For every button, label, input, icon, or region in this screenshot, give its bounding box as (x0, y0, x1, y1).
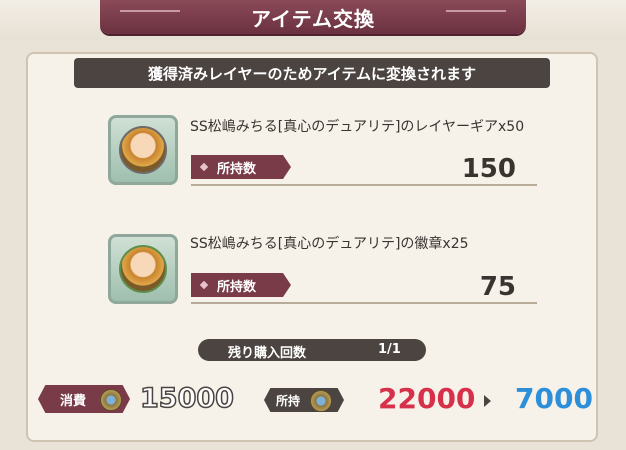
consume-value: 15000 (139, 382, 234, 415)
badge-portrait-icon[interactable] (108, 234, 178, 304)
hold-value: 22000 (378, 382, 476, 415)
divider (191, 184, 537, 186)
owned-label-text: 所持数 (217, 279, 257, 295)
owned-value-badge: 75 (479, 272, 516, 302)
remaining-value: 1/1 (378, 342, 401, 357)
owned-label-gear: 所持数 (191, 155, 291, 179)
remaining-label: 残り購入回数 (228, 346, 307, 361)
owned-label-text: 所持数 (217, 161, 257, 177)
item-name-gear: SS松嶋みちる[真心のデュアリテ]のレイヤーギアx50 (190, 119, 525, 135)
hold-label-text: 所持 (276, 393, 301, 408)
portrait-image (119, 126, 167, 174)
gear-portrait-icon[interactable] (108, 115, 178, 185)
medal-icon (310, 390, 332, 412)
title-text: アイテム交換 (251, 6, 375, 31)
after-value: 7000 (515, 382, 593, 415)
arrow-right-icon (484, 395, 491, 407)
owned-label-badge: 所持数 (191, 273, 291, 297)
medal-icon (100, 389, 122, 411)
divider (191, 302, 537, 304)
hold-label: 所持 (264, 388, 344, 412)
item-name-badge: SS松嶋みちる[真心のデュアリテ]の徽章x25 (190, 236, 469, 252)
portrait-image (119, 245, 167, 293)
page-title: アイテム交換 (100, 0, 526, 34)
conversion-notice: 獲得済みレイヤーのためアイテムに変換されます (74, 58, 550, 88)
owned-value-gear: 150 (461, 154, 516, 184)
conversion-notice-text: 獲得済みレイヤーのためアイテムに変換されます (147, 64, 477, 83)
remaining-purchases: 残り購入回数 1/1 (198, 339, 426, 361)
consume-label-text: 消費 (60, 393, 87, 409)
